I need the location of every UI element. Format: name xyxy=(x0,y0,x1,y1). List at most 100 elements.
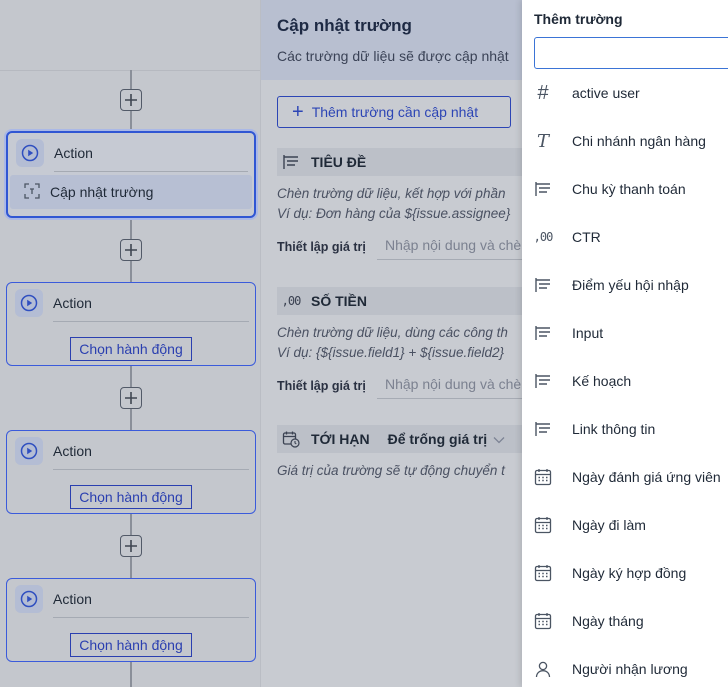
field-option-label: Ngày đánh giá ứng viên xyxy=(572,469,721,485)
field-section-due: TỚI HẠN Để trống giá trị Giá trị của trư… xyxy=(277,425,529,481)
field-option[interactable]: # active user xyxy=(522,69,728,117)
add-step-button[interactable] xyxy=(120,387,142,409)
section-example: Ví dụ: Đơn hàng của ${issue.assignee} xyxy=(277,206,511,221)
section-help: Chèn trường dữ liệu, dùng các công th xyxy=(277,325,508,340)
choose-action-button[interactable]: Chọn hành động xyxy=(70,633,192,657)
node-divider xyxy=(53,321,249,322)
field-option[interactable]: Link thông tin xyxy=(522,405,728,453)
field-option-label: Input xyxy=(572,325,604,341)
hash-icon: # xyxy=(537,81,549,104)
flow-node-action[interactable]: Action Chọn hành động xyxy=(6,282,256,366)
field-option[interactable]: Ngày đi làm xyxy=(522,501,728,549)
field-option[interactable]: Chu kỳ thanh toán xyxy=(522,165,728,213)
add-step-button[interactable] xyxy=(120,89,142,111)
person-icon xyxy=(534,660,552,678)
chevron-down-icon xyxy=(493,431,505,447)
number-icon: ,00 xyxy=(281,294,302,308)
update-field-panel: Cập nhật trường Các trường dữ liệu sẽ đư… xyxy=(260,0,529,687)
calendar-icon xyxy=(534,612,552,630)
section-name: SỐ TIỀN xyxy=(311,293,368,309)
add-step-button[interactable] xyxy=(120,239,142,261)
text-lines-icon xyxy=(534,276,552,294)
node-title: Action xyxy=(53,591,92,607)
node-header: Action xyxy=(7,579,255,619)
field-option[interactable]: Người nhận lương xyxy=(522,645,728,687)
value-input[interactable]: Nhập nội dung và chè xyxy=(377,234,529,260)
add-field-label: Thêm trường cần cập nhật xyxy=(311,104,479,120)
node-divider xyxy=(53,469,249,470)
section-help: Giá trị của trường sẽ tự động chuyển t xyxy=(277,463,505,478)
text-lines-icon xyxy=(534,324,552,342)
section-header: ,00 SỐ TIỀN xyxy=(277,287,529,315)
node-divider xyxy=(53,617,249,618)
node-title: Action xyxy=(53,295,92,311)
field-search-input[interactable] xyxy=(534,37,728,69)
play-circle-icon xyxy=(15,437,43,465)
field-option-label: Chu kỳ thanh toán xyxy=(572,181,686,197)
field-option[interactable]: T Chi nhánh ngân hàng xyxy=(522,117,728,165)
node-title: Action xyxy=(54,145,93,161)
plus-icon xyxy=(125,94,137,106)
panel-title: Cập nhật trường xyxy=(277,16,412,35)
calendar-icon xyxy=(534,516,552,534)
node-header: Action xyxy=(7,431,255,471)
node-action[interactable]: Cập nhật trường xyxy=(10,175,252,209)
field-option-label: Chi nhánh ngân hàng xyxy=(572,133,706,149)
play-circle-icon xyxy=(16,139,44,167)
field-option[interactable]: Ngày đánh giá ứng viên xyxy=(522,453,728,501)
node-action-label: Cập nhật trường xyxy=(50,184,154,200)
flow-connector xyxy=(130,662,132,687)
text-lines-icon xyxy=(534,180,552,198)
field-option[interactable]: Ngày ký hợp đồng xyxy=(522,549,728,597)
field-option-label: active user xyxy=(572,85,640,101)
value-row: Thiết lập giá trị Nhập nội dung và chè xyxy=(277,373,529,399)
field-option-label: Ngày ký hợp đồng xyxy=(572,565,687,581)
field-option[interactable]: Điểm yếu hội nhập xyxy=(522,261,728,309)
text-lines-icon xyxy=(534,420,552,438)
field-option[interactable]: Ngày tháng xyxy=(522,597,728,645)
choose-action-button[interactable]: Chọn hành động xyxy=(70,337,192,361)
calendar-icon xyxy=(534,468,552,486)
field-option-label: Link thông tin xyxy=(572,421,656,437)
node-header: Action xyxy=(8,133,254,173)
flow-node-action[interactable]: Action Chọn hành động xyxy=(6,430,256,514)
field-option[interactable]: Kế hoạch xyxy=(522,357,728,405)
choose-action-button[interactable]: Chọn hành động xyxy=(70,485,192,509)
value-label: Thiết lập giá trị xyxy=(277,379,366,393)
text-T-icon: T xyxy=(536,130,549,152)
flow-canvas: Action Cập nhật trường Action Chọn hành … xyxy=(0,0,260,687)
text-lines-icon xyxy=(534,372,552,390)
add-field-button[interactable]: + Thêm trường cần cập nhật xyxy=(277,96,511,128)
field-option-label: Ngày đi làm xyxy=(572,517,646,533)
panel-subtitle: Các trường dữ liệu sẽ được cập nhật xyxy=(277,48,509,64)
value-input[interactable]: Nhập nội dung và chè xyxy=(377,373,529,399)
node-divider xyxy=(54,171,248,172)
field-option[interactable]: Input xyxy=(522,309,728,357)
plus-icon xyxy=(125,244,137,256)
flow-node-action[interactable]: Action Chọn hành động xyxy=(6,578,256,662)
value-row: Thiết lập giá trị Nhập nội dung và chè xyxy=(277,234,529,260)
section-example: Ví dụ: {${issue.field1} + ${issue.field2… xyxy=(277,345,505,360)
panel-header: Cập nhật trường Các trường dữ liệu sẽ đư… xyxy=(261,0,528,80)
value-label: Thiết lập giá trị xyxy=(277,240,366,254)
due-value-select[interactable]: Để trống giá trị xyxy=(388,431,506,447)
calendar-icon xyxy=(534,564,552,582)
field-option-label: CTR xyxy=(572,229,601,245)
play-circle-icon xyxy=(15,289,43,317)
flow-node-action-selected[interactable]: Action Cập nhật trường xyxy=(6,131,256,218)
field-option-label: Ngày tháng xyxy=(572,613,644,629)
text-lines-icon xyxy=(281,154,301,170)
field-option[interactable]: ,00 CTR xyxy=(522,213,728,261)
calendar-clock-icon xyxy=(281,430,301,448)
plus-icon xyxy=(125,540,137,552)
field-option-label: Điểm yếu hội nhập xyxy=(572,277,689,293)
section-header: TIÊU ĐỀ xyxy=(277,148,529,176)
plus-icon xyxy=(125,392,137,404)
field-section-title: TIÊU ĐỀ Chèn trường dữ liệu, kết hợp với… xyxy=(277,148,529,260)
section-help: Chèn trường dữ liệu, kết hợp với phần xyxy=(277,186,506,201)
add-field-dropdown: Thêm trường # active user T Chi nhánh ngân … xyxy=(522,0,728,687)
add-step-button[interactable] xyxy=(120,535,142,557)
field-options-list: # active user T Chi nhánh ngân hàng Chu kỳ t… xyxy=(522,69,728,687)
number-icon: ,00 xyxy=(533,230,554,244)
field-option-label: Kế hoạch xyxy=(572,373,632,389)
